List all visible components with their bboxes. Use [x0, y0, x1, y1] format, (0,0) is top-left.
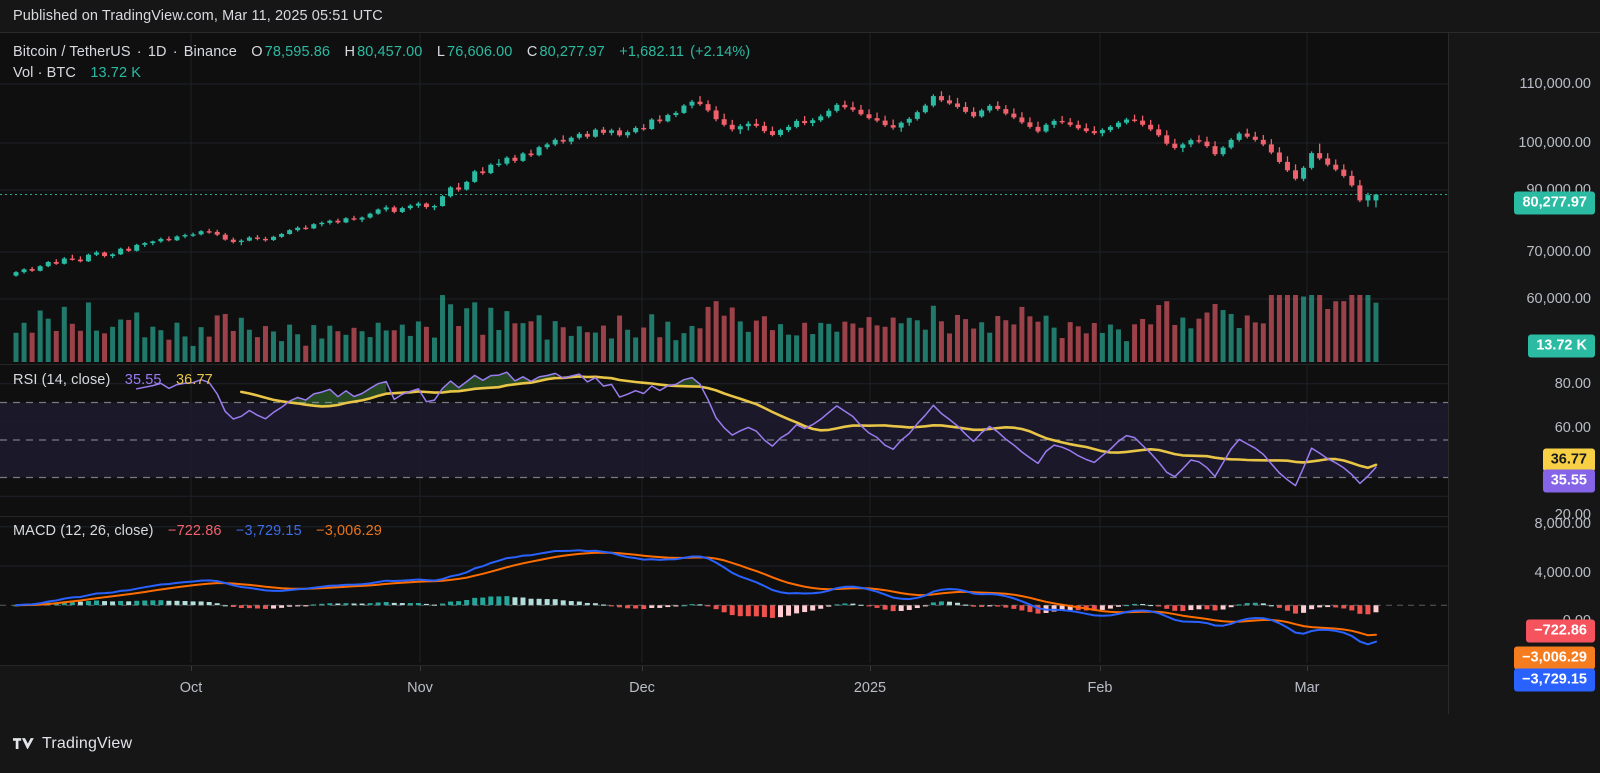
- time-axis-tick: [870, 666, 871, 671]
- axis-value-badge[interactable]: 13.72 K: [1528, 335, 1595, 358]
- time-axis-tick: [1100, 666, 1101, 671]
- tradingview-wordmark: TradingView: [42, 735, 132, 753]
- axis-tick-label: 80.00: [1555, 376, 1591, 392]
- axis-tick-label: 110,000.00: [1520, 76, 1592, 92]
- axis-tick-label: 100,000.00: [1518, 135, 1591, 151]
- axis-tick-label: 8,000.00: [1535, 516, 1591, 532]
- price-chart-canvas: [0, 33, 1448, 362]
- axis-value-badge[interactable]: −722.86: [1526, 620, 1595, 643]
- tradingview-chart-screenshot: Published on TradingView.com, Mar 11, 20…: [0, 0, 1600, 773]
- published-banner: Published on TradingView.com, Mar 11, 20…: [0, 0, 1600, 32]
- tradingview-mark-icon: [13, 736, 35, 751]
- time-axis-tick: [1307, 666, 1308, 671]
- time-axis-label: Mar: [1295, 680, 1320, 696]
- axis-tick-label: 60.00: [1555, 420, 1591, 436]
- rsi-chart-canvas: [0, 365, 1448, 514]
- footer: TradingView: [0, 714, 1600, 773]
- axis-value-badge[interactable]: 80,277.97: [1514, 192, 1595, 215]
- time-axis-label: Feb: [1088, 680, 1113, 696]
- axis-value-badge[interactable]: 36.77: [1543, 449, 1595, 472]
- macd-chart-canvas: [0, 517, 1448, 663]
- time-axis-tick: [191, 666, 192, 671]
- macd-pane[interactable]: MACD (12, 26, close) −722.86 −3,729.15 −…: [0, 516, 1448, 663]
- axis-value-badge[interactable]: −3,006.29: [1514, 647, 1595, 670]
- chart-frame: Bitcoin / TetherUS · 1D · Binance O78,59…: [0, 32, 1600, 714]
- time-axis-label: Dec: [629, 680, 655, 696]
- axis-value-badge[interactable]: 35.55: [1543, 470, 1595, 493]
- time-axis-tick: [642, 666, 643, 671]
- published-text: Published on TradingView.com, Mar 11, 20…: [13, 8, 383, 24]
- axis-tick-label: 70,000.00: [1526, 244, 1591, 260]
- rsi-pane[interactable]: RSI (14, close) 35.55 36.77: [0, 364, 1448, 514]
- price-pane[interactable]: Bitcoin / TetherUS · 1D · Binance O78,59…: [0, 33, 1448, 362]
- tradingview-logo[interactable]: TradingView: [13, 735, 132, 753]
- time-axis-label: 2025: [854, 680, 886, 696]
- price-scale[interactable]: 110,000.00100,000.0090,000.0070,000.0060…: [1448, 33, 1600, 715]
- axis-tick-label: 4,000.00: [1535, 565, 1591, 581]
- axis-value-badge[interactable]: −3,729.15: [1514, 669, 1595, 692]
- axis-tick-label: 60,000.00: [1526, 291, 1591, 307]
- time-axis-tick: [420, 666, 421, 671]
- time-axis-label: Oct: [180, 680, 203, 696]
- time-axis[interactable]: Oct Nov Dec 2025 Feb Mar: [0, 665, 1448, 715]
- time-axis-label: Nov: [407, 680, 433, 696]
- chart-panes: Bitcoin / TetherUS · 1D · Binance O78,59…: [0, 33, 1448, 715]
